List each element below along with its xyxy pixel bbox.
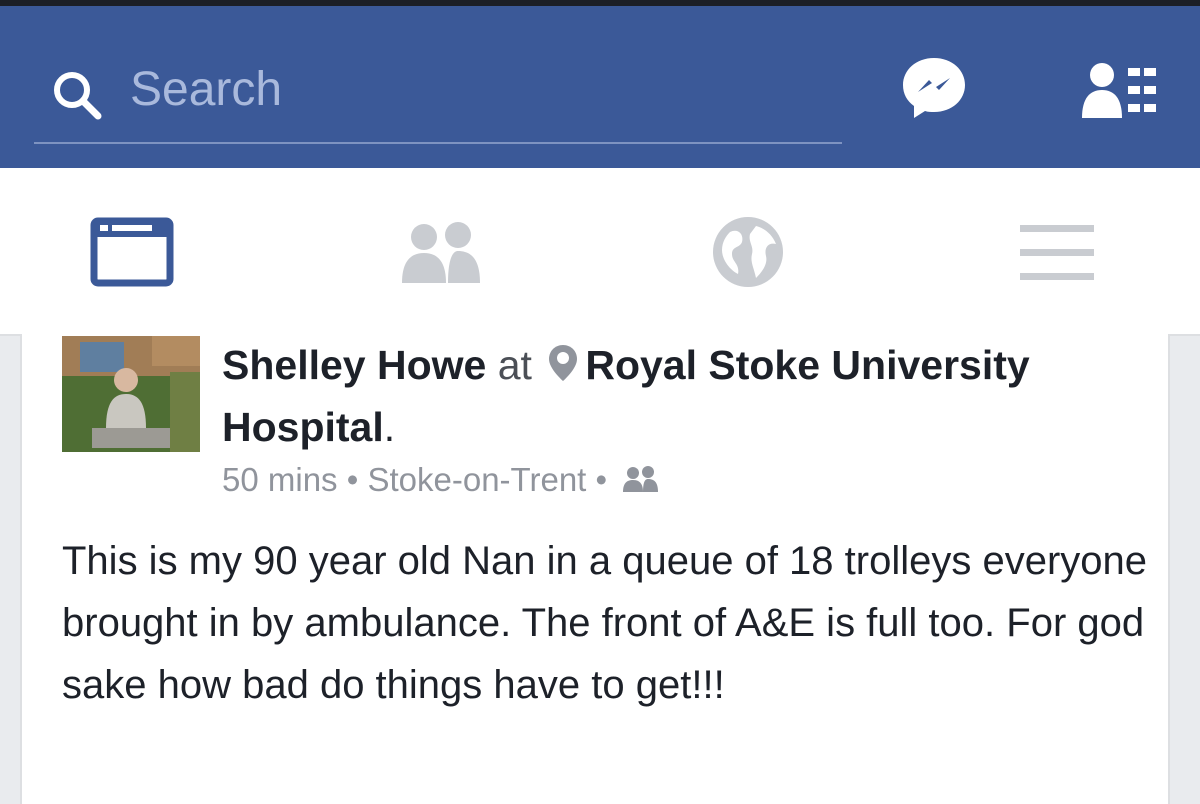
globe-notifications-icon[interactable] xyxy=(708,212,788,292)
meta-separator: • xyxy=(346,461,359,498)
location-pin-icon xyxy=(549,345,578,381)
search-bar[interactable]: Search xyxy=(34,46,842,146)
top-app-bar: Search xyxy=(0,6,1200,168)
search-icon xyxy=(54,72,102,120)
post-body-text: This is my 90 year old Nan in a queue of… xyxy=(62,539,1148,707)
news-feed-icon[interactable] xyxy=(90,212,174,292)
search-underline xyxy=(34,142,842,144)
post-location[interactable]: Stoke-on-Trent xyxy=(367,461,586,498)
meta-separator: • xyxy=(595,461,608,498)
at-label: at xyxy=(497,342,532,388)
avatar[interactable] xyxy=(62,336,200,452)
search-placeholder: Search xyxy=(130,63,283,116)
post-meta: 50 mins • Stoke-on-Trent • xyxy=(222,458,660,502)
tab-bar xyxy=(0,168,1200,336)
friend-requests-icon[interactable] xyxy=(1080,58,1160,124)
friends-audience-icon[interactable] xyxy=(622,465,660,493)
messenger-icon[interactable] xyxy=(898,52,970,124)
friends-icon[interactable] xyxy=(398,212,484,292)
author-name[interactable]: Shelley Howe xyxy=(222,342,486,388)
post-author-line: Shelley Howe at Royal Stoke University H… xyxy=(222,334,1142,458)
place-suffix: . xyxy=(383,404,396,450)
post-card: Shelley Howe at Royal Stoke University H… xyxy=(20,334,1170,804)
menu-hamburger-icon[interactable] xyxy=(1018,212,1096,292)
post-time[interactable]: 50 mins xyxy=(222,461,338,498)
